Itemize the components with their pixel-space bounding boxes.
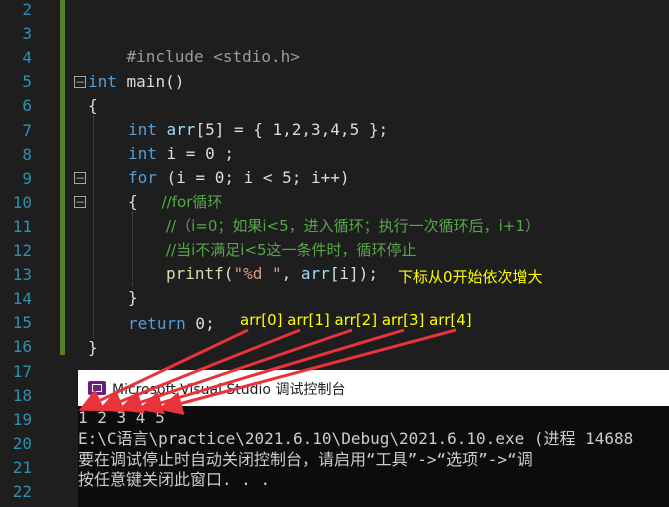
arrow-arr0: [78, 328, 249, 412]
arrow-arr2: [118, 328, 353, 414]
arrow-arr4: [158, 328, 457, 415]
annotation-arrows: [78, 328, 457, 415]
